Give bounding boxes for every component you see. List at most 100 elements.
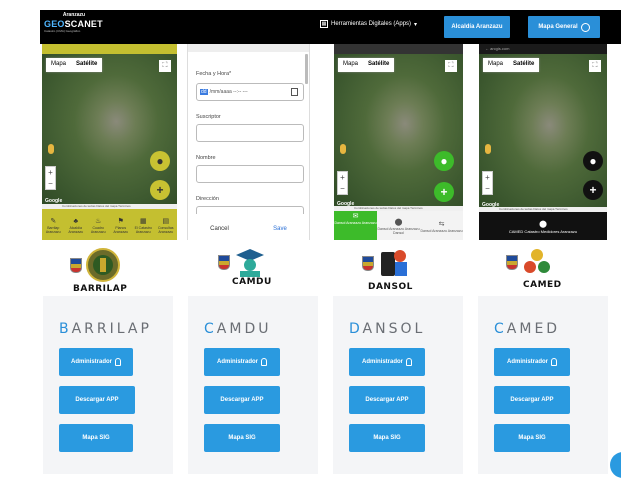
map-tab[interactable]: Mapa xyxy=(483,58,508,72)
floating-chat-button[interactable] xyxy=(610,452,621,478)
zoom-out-icon[interactable]: − xyxy=(48,179,53,188)
municipal-shield-icon xyxy=(362,255,374,271)
pegman-icon[interactable] xyxy=(485,144,491,154)
fullscreen-icon[interactable]: ⛶ xyxy=(159,60,171,72)
camed-sig-button[interactable]: Mapa SIG xyxy=(494,424,570,452)
dansol-admin-button[interactable]: Administrador xyxy=(349,348,425,376)
tab-icon: ⚑ xyxy=(117,218,124,225)
barrilap-admin-button[interactable]: Administrador xyxy=(59,348,133,376)
location-fab[interactable]: ● xyxy=(434,151,454,171)
date-day-segment: dd xyxy=(200,89,208,95)
admin-button-label: Administrador xyxy=(506,359,548,365)
subscriber-label: Suscriptor xyxy=(196,114,221,120)
sig-button-label: Mapa SIG xyxy=(373,435,401,441)
dansol-download-button[interactable]: Descargar APP xyxy=(349,386,425,414)
map-type-tabs: Mapa Satélite xyxy=(483,58,540,72)
brand-logo[interactable]: Aranzazu GEOSCANET Catastro (CMA) Geográ… xyxy=(44,12,104,42)
fullscreen-icon[interactable]: ⛶ xyxy=(445,60,457,72)
barrilap-card: BARRILAP Administrador Descargar APP Map… xyxy=(43,296,173,474)
location-icon: ● xyxy=(440,154,448,168)
barrilap-download-button[interactable]: Descargar APP xyxy=(59,386,135,414)
camdu-logo-group xyxy=(218,247,266,277)
camed-card: CAMED Administrador Descargar APP Mapa S… xyxy=(478,296,608,474)
pegman-icon[interactable] xyxy=(48,144,54,154)
tab-icon: ✉ xyxy=(352,213,359,220)
brand-subtitle: Catastro (CMA) Geográfico xyxy=(44,29,81,33)
cancel-button[interactable]: Cancel xyxy=(210,226,229,232)
tab-alcaldia[interactable]: ♣ Alcaldía Aranzazu xyxy=(65,216,88,234)
admin-button-label: Administrador xyxy=(361,359,403,365)
add-fab[interactable]: + xyxy=(150,180,170,200)
camed-logo-group xyxy=(506,247,552,277)
barrilap-sig-button[interactable]: Mapa SIG xyxy=(59,424,133,452)
add-fab[interactable]: + xyxy=(583,180,603,200)
apps-icon: ▦ xyxy=(320,20,328,28)
tab-label: Dansol Aranzazu Aranzazu xyxy=(420,228,463,233)
zoom-in-icon[interactable]: + xyxy=(340,173,345,182)
zoom-out-icon[interactable]: − xyxy=(485,184,490,193)
tab-icon: ♨ xyxy=(95,218,102,225)
location-icon: ● xyxy=(156,154,164,168)
zoom-control[interactable]: + − xyxy=(337,171,348,195)
pegman-icon[interactable] xyxy=(340,144,346,154)
card-title-initial: D xyxy=(349,321,363,337)
tab-dansol-2[interactable]: ⬤ Dansol Aranzazu Aranzazu Dansol xyxy=(377,217,420,235)
address-input[interactable] xyxy=(196,206,304,214)
admin-button-label: Administrador xyxy=(70,359,112,365)
alcaldia-button[interactable]: Alcaldía Aranzazu xyxy=(444,16,510,38)
zoom-out-icon[interactable]: − xyxy=(340,184,345,193)
globe-icon xyxy=(580,22,590,32)
fullscreen-icon[interactable]: ⛶ xyxy=(589,60,601,72)
form-scrollbar[interactable] xyxy=(305,54,308,84)
user-icon xyxy=(261,358,267,366)
camdu-sig-button[interactable]: Mapa SIG xyxy=(204,424,280,452)
chevron-down-icon: ▾ xyxy=(414,21,418,28)
tab-catastro[interactable]: ▦ El Catastro Aranzazu xyxy=(132,216,155,234)
add-icon: + xyxy=(589,183,597,197)
camed-admin-button[interactable]: Administrador xyxy=(494,348,570,376)
tab-barrilap[interactable]: ✎ Barrilap Aranzazu xyxy=(42,216,65,234)
municipal-shield-icon xyxy=(70,257,82,273)
map-tab[interactable]: Mapa xyxy=(338,58,363,72)
name-label: Nombre xyxy=(196,155,216,161)
camdu-logo-text: CAMDU xyxy=(232,277,272,287)
municipal-shield-icon xyxy=(506,254,518,270)
zoom-control[interactable]: + − xyxy=(482,171,493,195)
tab-planos[interactable]: ⚑ Planos Aranzazu xyxy=(110,216,133,234)
camdu-admin-button[interactable]: Administrador xyxy=(204,348,280,376)
dansol-logo-text: DANSOL xyxy=(368,282,413,292)
subscriber-input[interactable] xyxy=(196,124,304,142)
satellite-tab[interactable]: Satélite xyxy=(363,58,394,72)
zoom-in-icon[interactable]: + xyxy=(48,168,53,177)
map-footer: Combinaciones de teclas Datos del mapa T… xyxy=(42,204,177,209)
dansol-logo-group xyxy=(362,246,412,280)
calendar-icon[interactable] xyxy=(291,88,298,96)
card-title-rest: AMED xyxy=(506,321,561,337)
satellite-tab[interactable]: Satélite xyxy=(508,58,539,72)
satellite-tab[interactable]: Satélite xyxy=(71,58,102,72)
tab-icon: ▤ xyxy=(162,218,170,225)
date-time-input[interactable]: dd /mm/aaaa --:-- --- xyxy=(196,83,304,101)
location-fab[interactable]: ● xyxy=(583,151,603,171)
tab-consultas[interactable]: ▤ Consultas Aranzazu xyxy=(155,216,178,234)
tab-label: Barrilap Aranzazu xyxy=(45,226,61,234)
tab-dansol-active[interactable]: ✉ Dansol Aranzazu Aranzazu xyxy=(334,211,377,240)
tab-label: CAMED Catastro Medidores Aranzazu xyxy=(508,229,578,234)
mapa-general-button[interactable]: Mapa General xyxy=(528,16,600,38)
name-input[interactable] xyxy=(196,165,304,183)
map-tab[interactable]: Mapa xyxy=(46,58,71,72)
apps-menu[interactable]: ▦ Herramientas Digitales (Apps) ▾ xyxy=(320,20,417,28)
dansol-sig-button[interactable]: Mapa SIG xyxy=(349,424,425,452)
camdu-download-button[interactable]: Descargar APP xyxy=(204,386,280,414)
location-fab[interactable]: ● xyxy=(150,151,170,171)
add-fab[interactable]: + xyxy=(434,182,454,202)
tab-camed[interactable]: ⬤ CAMED Catastro Medidores Aranzazu xyxy=(479,219,607,234)
camed-download-button[interactable]: Descargar APP xyxy=(494,386,570,414)
tab-cuadro[interactable]: ♨ Cuadro Aranzazu xyxy=(87,216,110,234)
save-button[interactable]: Save xyxy=(273,226,287,232)
browser-url-bar[interactable]: ← arcgis.com xyxy=(479,44,607,54)
zoom-in-icon[interactable]: + xyxy=(485,173,490,182)
sig-button-label: Mapa SIG xyxy=(518,435,546,441)
tab-dansol-3[interactable]: ⇆ Dansol Aranzazu Aranzazu xyxy=(420,219,463,233)
zoom-control[interactable]: + − xyxy=(45,166,56,190)
